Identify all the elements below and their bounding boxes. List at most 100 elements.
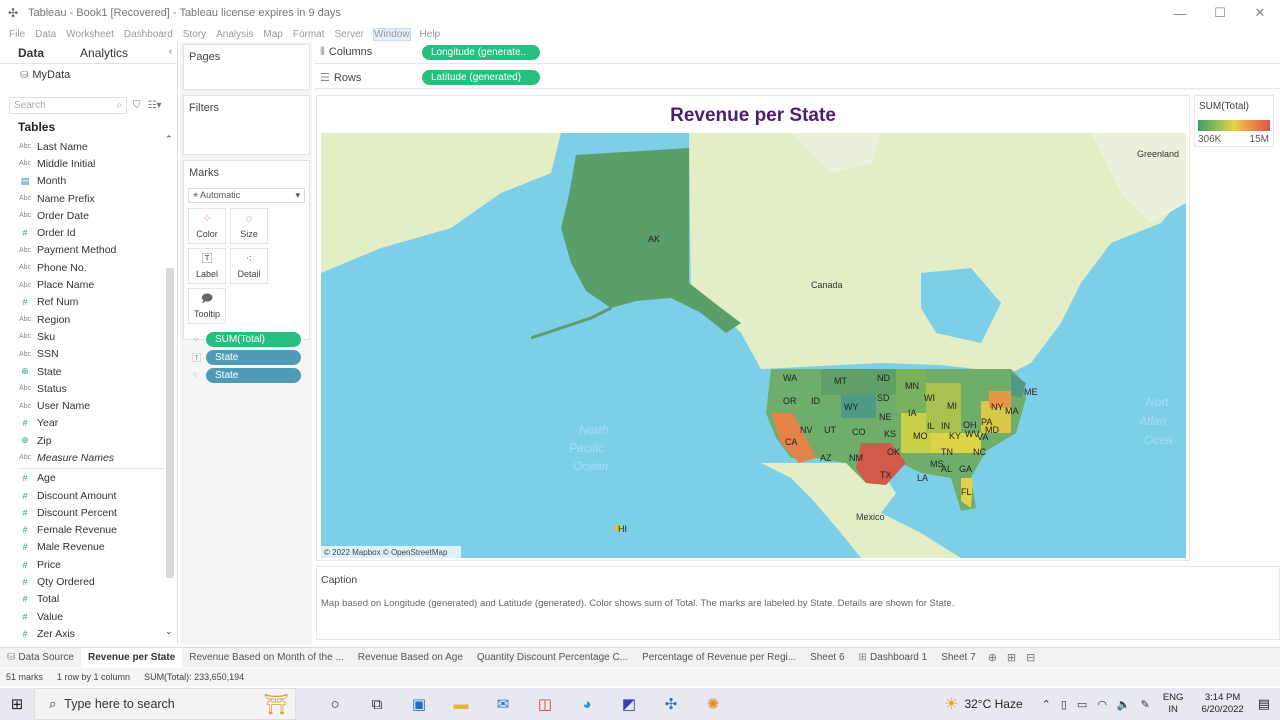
menu-window[interactable]: Window: [372, 27, 411, 41]
state-label-ga[interactable]: GA: [959, 464, 972, 474]
state-label-mt[interactable]: MT: [834, 376, 847, 386]
weather-widget[interactable]: ☀ 32°C Haze: [944, 694, 1023, 714]
menu-data[interactable]: Data: [35, 29, 56, 40]
datasource-item[interactable]: ⛁ MyData: [0, 64, 177, 86]
field-item[interactable]: # Order Id: [0, 224, 164, 241]
tab-data[interactable]: Data: [0, 42, 62, 64]
measure-item[interactable]: # Male Revenue: [0, 539, 164, 556]
state-label-co[interactable]: CO: [852, 427, 866, 437]
office-icon[interactable]: ◫: [524, 688, 566, 720]
menu-file[interactable]: File: [9, 29, 25, 40]
notifications-icon[interactable]: ▤: [1258, 696, 1270, 712]
scroll-up-icon[interactable]: ⌃: [165, 134, 173, 145]
menu-analysis[interactable]: Analysis: [216, 29, 253, 40]
tab-quantity-discount[interactable]: Quantity Discount Percentage C...: [470, 648, 635, 668]
device-icon[interactable]: ▯: [1061, 698, 1067, 711]
measure-item[interactable]: # Total: [0, 591, 164, 608]
state-label-fl[interactable]: FL: [961, 487, 972, 497]
pill-longitude[interactable]: Longitude (generate..: [422, 45, 540, 60]
new-story-icon[interactable]: ⊟: [1026, 651, 1035, 664]
columns-shelf[interactable]: ⦀ Columns Longitude (generate..: [314, 42, 1280, 64]
state-label-mn[interactable]: MN: [905, 381, 919, 391]
map[interactable]: AK WA MT ND MN OR ID SD WI MI ME WY NY IA NE MA NV UT CO KS…: [321, 133, 1186, 558]
new-dashboard-icon[interactable]: ⊞: [1007, 651, 1016, 664]
measure-item[interactable]: # Zer Axis: [0, 625, 164, 642]
state-label-la[interactable]: LA: [917, 473, 928, 483]
field-item[interactable]: Abc Order Date: [0, 207, 164, 224]
field-item[interactable]: Abc Name Prefix: [0, 190, 164, 207]
state-label-sd[interactable]: SD: [877, 393, 890, 403]
collapse-pane-icon[interactable]: ‹: [169, 46, 172, 57]
state-label-ok[interactable]: OK: [887, 447, 900, 457]
store-icon[interactable]: ▣: [398, 688, 440, 720]
menu-dashboard[interactable]: Dashboard: [124, 29, 173, 40]
windows-start-icon[interactable]: ⊞: [0, 688, 34, 720]
menu-worksheet[interactable]: Worksheet: [66, 29, 114, 40]
field-item[interactable]: Abc Last Name: [0, 138, 164, 155]
tab-dashboard-1[interactable]: ⊞ Dashboard 1: [852, 648, 935, 668]
filter-icon[interactable]: ⛉: [133, 100, 141, 111]
tab-percentage-revenue[interactable]: Percentage of Revenue per Regi...: [635, 648, 803, 668]
mail-icon[interactable]: ✉: [482, 688, 524, 720]
field-item[interactable]: ⊕ Zip: [0, 432, 164, 449]
state-label-ut[interactable]: UT: [824, 425, 836, 435]
tab-revenue-month[interactable]: Revenue Based on Month of the ...: [182, 648, 351, 668]
state-label-wa[interactable]: WA: [783, 373, 797, 383]
field-item[interactable]: ▤ Month: [0, 173, 164, 190]
state-label-tx[interactable]: TX: [880, 470, 892, 480]
state-label-il[interactable]: IL: [927, 421, 935, 431]
state-label-tn[interactable]: TN: [941, 447, 953, 457]
tab-sheet-6[interactable]: Sheet 6: [803, 648, 851, 668]
rows-shelf[interactable]: ☰ Rows Latitude (generated): [314, 67, 1280, 89]
state-label-in[interactable]: IN: [941, 421, 950, 431]
new-worksheet-icon[interactable]: ⊕: [988, 651, 997, 664]
pages-card[interactable]: Pages: [183, 44, 310, 90]
language-indicator[interactable]: ENG IN: [1163, 692, 1184, 716]
measure-item[interactable]: # Female Revenue: [0, 522, 164, 539]
field-item[interactable]: Abc Sku: [0, 328, 164, 345]
tab-revenue-per-state[interactable]: Revenue per State: [80, 647, 183, 668]
state-label-wi[interactable]: WI: [924, 393, 935, 403]
state-label-az[interactable]: AZ: [820, 453, 832, 463]
measure-item[interactable]: # Value: [0, 608, 164, 625]
maximize-icon[interactable]: ☐: [1200, 0, 1240, 26]
state-label-nv[interactable]: NV: [800, 425, 813, 435]
map-attribution[interactable]: © 2022 Mapbox © OpenStreetMap: [324, 548, 448, 557]
field-item[interactable]: Abc Middle Initial: [0, 155, 164, 172]
field-list-scrollbar[interactable]: ⌃ ⌄: [164, 134, 176, 642]
size-button[interactable]: ◌ Size: [230, 208, 268, 244]
state-label-ia[interactable]: IA: [908, 408, 917, 418]
measure-item[interactable]: # Qty Ordered: [0, 573, 164, 590]
search-input[interactable]: Search ⌕: [9, 96, 127, 114]
field-item[interactable]: Abc User Name: [0, 397, 164, 414]
field-item[interactable]: Abc Place Name: [0, 276, 164, 293]
pill-state-detail[interactable]: State: [206, 367, 301, 383]
battery-icon[interactable]: ▭: [1077, 698, 1087, 711]
field-item[interactable]: Abc Region: [0, 311, 164, 328]
pen-icon[interactable]: ✎: [1141, 698, 1150, 711]
scroll-thumb[interactable]: [166, 268, 174, 578]
field-item[interactable]: Abc SSN: [0, 346, 164, 363]
menu-help[interactable]: Help: [420, 29, 441, 40]
tab-sheet-7[interactable]: Sheet 7: [934, 648, 982, 668]
field-item[interactable]: Abc Measure Names: [0, 449, 164, 466]
state-label-or[interactable]: OR: [783, 396, 797, 406]
taskbar-search[interactable]: ⌕ Type here to search ⛩: [34, 688, 296, 720]
menu-format[interactable]: Format: [293, 29, 325, 40]
close-icon[interactable]: ✕: [1240, 0, 1280, 26]
measure-item[interactable]: # Age: [0, 470, 164, 487]
menu-story[interactable]: Story: [183, 29, 206, 40]
state-label-ne[interactable]: NE: [879, 412, 892, 422]
volume-icon[interactable]: 🔈: [1117, 698, 1131, 711]
label-button[interactable]: 🅃 Label: [188, 248, 226, 284]
field-item[interactable]: Abc Status: [0, 380, 164, 397]
state-label-ny[interactable]: NY: [991, 402, 1004, 412]
measure-item[interactable]: # Price: [0, 556, 164, 573]
pill-sum-total[interactable]: SUM(Total): [206, 331, 301, 347]
field-item[interactable]: Abc Phone No.: [0, 259, 164, 276]
field-item[interactable]: # Ref Num: [0, 294, 164, 311]
state-label-al[interactable]: AL: [941, 464, 952, 474]
field-item[interactable]: Abc Payment Method: [0, 242, 164, 259]
tab-analytics[interactable]: Analytics: [62, 42, 146, 64]
state-label-ca[interactable]: CA: [785, 437, 798, 447]
